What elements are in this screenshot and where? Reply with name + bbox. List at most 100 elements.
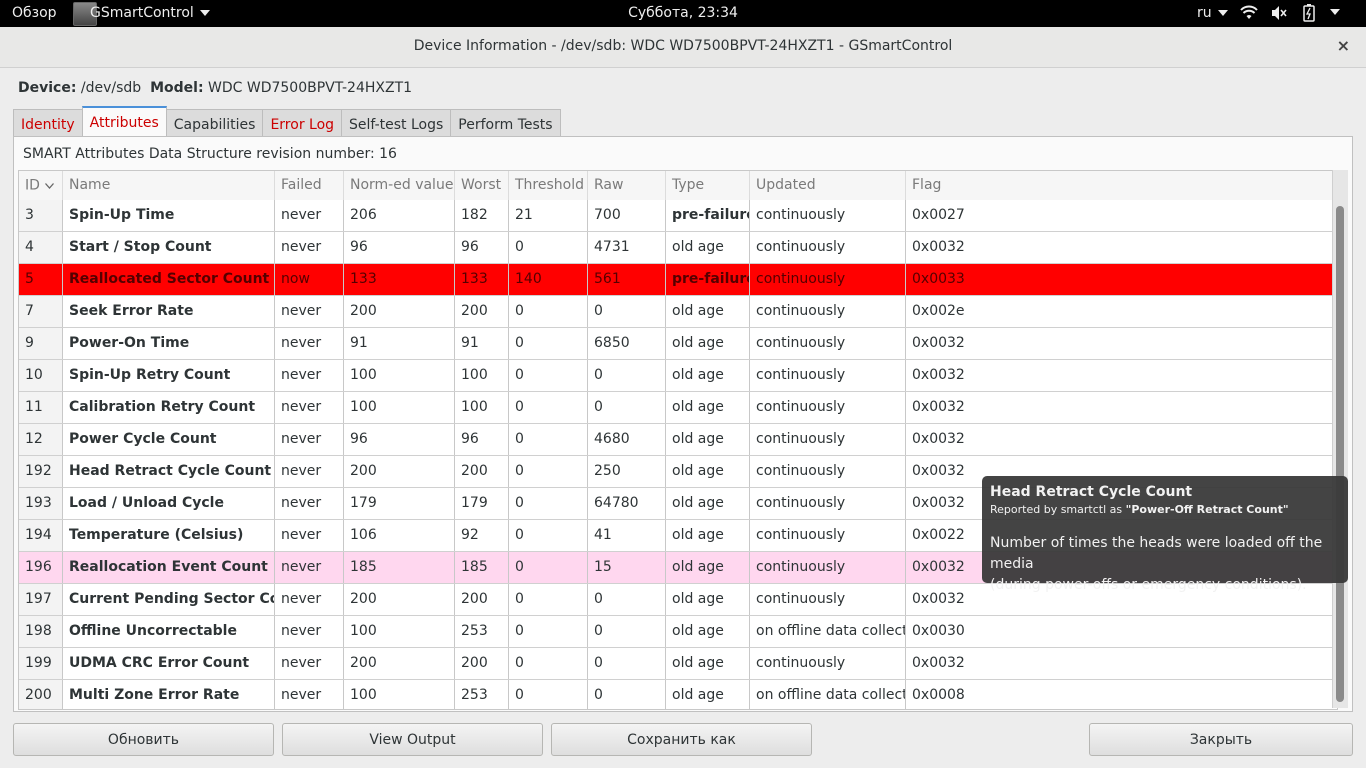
cell-id: 193	[19, 488, 63, 519]
cell-raw-value: 0	[588, 680, 666, 709]
table-row[interactable]: 12 Power Cycle Count never 96 96 0 4680 old age…	[19, 424, 1337, 456]
close-window-button[interactable]: ×	[1337, 36, 1350, 55]
cell-name: Reallocated Sector Count	[63, 264, 275, 295]
table-row[interactable]: 7 Seek Error Rate never 200 200 0 0 old age cont…	[19, 296, 1337, 328]
cell-normed-value: 106	[344, 520, 455, 551]
table-row[interactable]: 199 UDMA CRC Error Count never 200 200 0 0 old …	[19, 648, 1337, 680]
cell-updated: continuously	[750, 360, 906, 391]
table-row[interactable]: 4 Start / Stop Count never 96 96 0 4731 old age…	[19, 232, 1337, 264]
cell-updated: continuously	[750, 648, 906, 679]
save-as-button[interactable]: Сохранить как	[551, 723, 812, 756]
column-header-label: ID	[25, 177, 40, 194]
cell-id: 197	[19, 584, 63, 615]
column-header-name[interactable]: Name	[63, 171, 275, 200]
table-row[interactable]: 9 Power-On Time never 91 91 0 6850 old age conti…	[19, 328, 1337, 360]
cell-worst: 100	[455, 360, 509, 391]
cell-normed-value: 100	[344, 360, 455, 391]
cell-name: Temperature (Celsius)	[63, 520, 275, 551]
tooltip-description-line: Number of times the heads were loaded of…	[990, 535, 1323, 572]
column-header-failed[interactable]: Failed	[275, 171, 344, 200]
table-row[interactable]: 10 Spin-Up Retry Count never 100 100 0 0 old ag…	[19, 360, 1337, 392]
cell-updated: continuously	[750, 520, 906, 551]
table-row[interactable]: 11 Calibration Retry Count never 100 100 0 0 ol…	[19, 392, 1337, 424]
tooltip-description-line: (during power-offs or emergency conditio…	[990, 577, 1307, 593]
cell-raw-value: 561	[588, 264, 666, 295]
system-tray[interactable]	[1240, 4, 1348, 22]
vertical-scrollbar[interactable]	[1332, 170, 1348, 708]
attributes-table[interactable]: ID Name Failed Norm-ed value Worst Thres…	[18, 170, 1338, 710]
table-row[interactable]: 198 Offline Uncorrectable never 100 253 0 0 old…	[19, 616, 1337, 648]
tab-error-log[interactable]: Error Log	[262, 109, 343, 137]
cell-worst: 253	[455, 680, 509, 709]
column-header-normed-value[interactable]: Norm-ed value	[344, 171, 455, 200]
tab-attributes[interactable]: Attributes	[81, 106, 167, 137]
cell-worst: 92	[455, 520, 509, 551]
battery-icon[interactable]	[1300, 4, 1318, 22]
table-row[interactable]: 3 Spin-Up Time never 206 182 21 700 pre-failure…	[19, 200, 1337, 232]
cell-raw-value: 0	[588, 584, 666, 615]
cell-worst: 96	[455, 232, 509, 263]
volume-muted-icon[interactable]	[1270, 4, 1288, 22]
cell-normed-value: 200	[344, 296, 455, 327]
cell-worst: 100	[455, 392, 509, 423]
cell-normed-value: 200	[344, 584, 455, 615]
column-header-flag[interactable]: Flag	[906, 171, 1337, 200]
cell-updated: continuously	[750, 584, 906, 615]
column-header-id[interactable]: ID	[19, 171, 63, 200]
chevron-down-icon	[1217, 10, 1228, 16]
column-header-threshold[interactable]: Threshold	[509, 171, 588, 200]
wifi-icon[interactable]	[1240, 4, 1258, 22]
clock[interactable]: Суббота, 23:34	[0, 5, 1366, 21]
table-row[interactable]: 5 Reallocated Sector Count now 133 133 140 561…	[19, 264, 1337, 296]
cell-flag: 0x0008	[912, 687, 965, 703]
table-row[interactable]: 200 Multi Zone Error Rate never 100 253 0 0 old…	[19, 680, 1337, 709]
tab-identity[interactable]: Identity	[13, 109, 83, 137]
close-button[interactable]: Закрыть	[1089, 723, 1353, 756]
language-selector[interactable]: ru	[1197, 5, 1228, 21]
cell-threshold: 0	[509, 392, 588, 423]
cell-type: old age	[666, 648, 750, 679]
model-value: WDC WD7500BPVT-24HXZT1	[208, 80, 413, 96]
cell-name: Current Pending Sector Count	[63, 584, 275, 615]
cell-failed: never	[275, 488, 344, 519]
cell-type: old age	[666, 296, 750, 327]
cell-failed: never	[275, 232, 344, 263]
cell-raw-value: 0	[588, 296, 666, 327]
column-header-worst[interactable]: Worst	[455, 171, 509, 200]
cell-flag: 0x0032	[912, 655, 965, 671]
refresh-button[interactable]: Обновить	[13, 723, 274, 756]
sort-descending-icon	[44, 171, 54, 200]
column-header-raw-value[interactable]: Raw value	[588, 171, 666, 222]
cell-name: Seek Error Rate	[63, 296, 275, 327]
cell-type: old age	[666, 232, 750, 263]
cell-normed-value: 200	[344, 648, 455, 679]
cell-worst: 133	[455, 264, 509, 295]
tab-capabilities[interactable]: Capabilities	[165, 109, 264, 137]
cell-updated: continuously	[750, 488, 906, 519]
cell-id: 192	[19, 456, 63, 487]
cell-raw-value: 0	[588, 648, 666, 679]
cell-id: 9	[19, 328, 63, 359]
view-output-button[interactable]: View Output	[282, 723, 543, 756]
cell-type: old age	[666, 328, 750, 359]
cell-type: pre-failure	[666, 264, 750, 295]
language-label: ru	[1197, 5, 1212, 21]
tab-perform-tests[interactable]: Perform Tests	[450, 109, 561, 137]
cell-name: UDMA CRC Error Count	[63, 648, 275, 679]
scrollbar-thumb[interactable]	[1336, 206, 1344, 702]
window-titlebar[interactable]: Device Information - /dev/sdb: WDC WD750…	[0, 27, 1366, 68]
cell-worst: 179	[455, 488, 509, 519]
attributes-panel: SMART Attributes Data Structure revision…	[13, 136, 1353, 712]
cell-worst: 200	[455, 648, 509, 679]
cell-normed-value: 185	[344, 552, 455, 583]
column-header-updated[interactable]: Updated	[750, 171, 906, 200]
column-header-type[interactable]: Type	[666, 171, 750, 200]
tab-bar: Identity Attributes Capabilities Error L…	[13, 106, 561, 137]
cell-id: 4	[19, 232, 63, 263]
system-menu-chevron-icon[interactable]	[1330, 4, 1348, 22]
cell-threshold: 0	[509, 648, 588, 679]
cell-threshold: 0	[509, 584, 588, 615]
tab-self-test-logs[interactable]: Self-test Logs	[341, 109, 452, 137]
cell-name: Calibration Retry Count	[63, 392, 275, 423]
cell-flag: 0x0032	[912, 335, 965, 351]
